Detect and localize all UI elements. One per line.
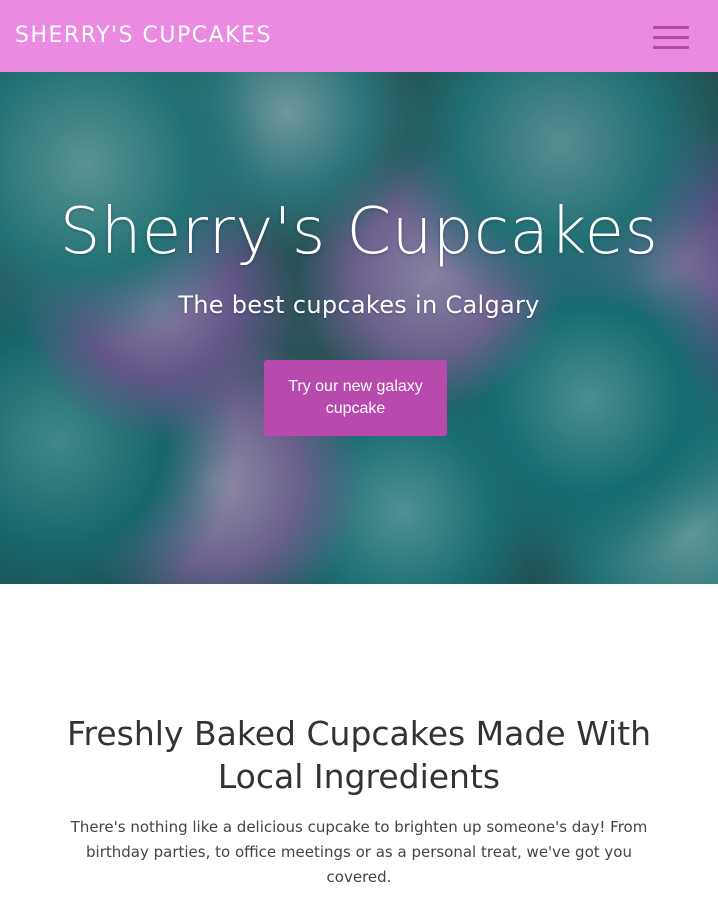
- navbar: SHERRY'S CUPCAKES: [0, 0, 718, 72]
- hero-subtitle: The best cupcakes in Calgary: [178, 291, 540, 319]
- hero-background-image: [0, 72, 718, 584]
- menu-bar: [653, 36, 689, 39]
- galaxy-cupcake-button[interactable]: Try our new galaxy cupcake: [264, 360, 447, 436]
- menu-bar: [653, 46, 689, 49]
- hero-title: Sherry's Cupcakes: [59, 195, 659, 269]
- hero-section: Sherry's Cupcakes The best cupcakes in C…: [0, 72, 718, 584]
- intro-heading: Freshly Baked Cupcakes Made With Local I…: [66, 714, 652, 796]
- hamburger-menu-icon[interactable]: [653, 26, 689, 50]
- brand-link[interactable]: SHERRY'S CUPCAKES: [15, 22, 272, 50]
- menu-bar: [653, 26, 689, 29]
- intro-text: There's nothing like a delicious cupcake…: [70, 818, 648, 886]
